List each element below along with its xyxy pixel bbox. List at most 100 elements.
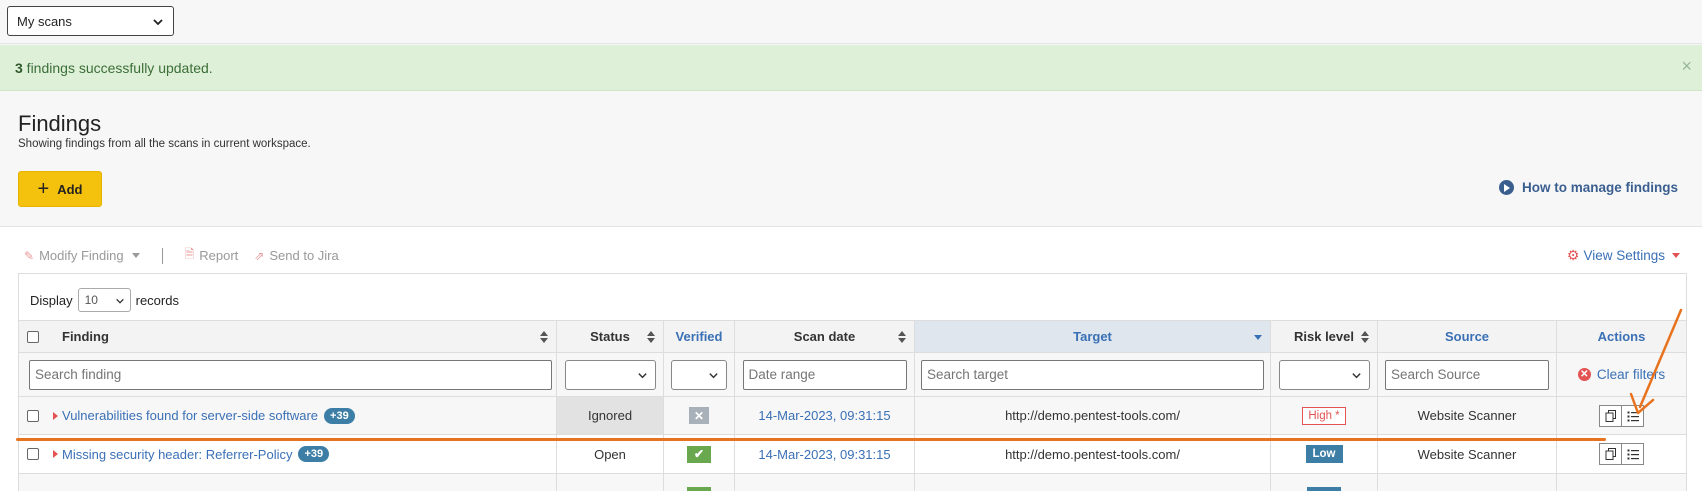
edit-icon: ✎	[24, 248, 35, 263]
source-cell: Website Scanner	[1378, 397, 1557, 434]
status-cell	[557, 474, 664, 491]
finding-cell: Vulnerabilities found for server-side so…	[19, 397, 557, 434]
instances-badge[interactable]: +39	[298, 446, 330, 462]
page-subtitle: Showing findings from all the scans in c…	[18, 138, 311, 150]
report-label: Report	[199, 248, 239, 263]
clear-filters-button[interactable]: ✕ Clear filters	[1577, 367, 1666, 382]
date-range-input[interactable]	[742, 359, 907, 390]
add-finding-button[interactable]: + Add	[18, 171, 102, 207]
clear-filters-label: Clear filters	[1596, 367, 1666, 382]
filter-risk-cell	[1271, 353, 1378, 396]
search-target-input[interactable]	[921, 359, 1264, 390]
records-per-page-value: 10	[84, 293, 98, 307]
scan-date-link[interactable]: 14-Mar-2023, 09:31:15	[758, 408, 890, 423]
expand-caret-icon[interactable]	[53, 450, 58, 458]
display-records-control: Display 10 records	[30, 288, 179, 312]
finding-name: Vulnerabilities found for server-side so…	[62, 408, 319, 423]
expand-caret-icon[interactable]	[53, 411, 58, 420]
sort-icon	[540, 331, 548, 343]
copy-icon	[1605, 409, 1616, 422]
target-value: http://demo.pentest-tools.com/	[1005, 408, 1180, 423]
target-value: http://demo.pentest-tools.com/	[1005, 446, 1180, 462]
copy-button[interactable]	[1599, 404, 1622, 427]
send-to-jira-button[interactable]: ⇗ Send to Jira	[254, 248, 338, 263]
risk-badge-low	[1307, 487, 1341, 491]
details-button[interactable]	[1621, 443, 1644, 465]
column-target-label: Target	[1073, 329, 1112, 344]
file-icon: 🗎	[184, 247, 195, 261]
filter-verified-cell	[664, 353, 735, 396]
updated-count: 3	[15, 60, 23, 76]
column-scan-date[interactable]: Scan date	[735, 321, 915, 352]
column-source[interactable]: Source	[1378, 321, 1557, 352]
select-all-checkbox[interactable]	[27, 330, 39, 343]
findings-table-container: Display 10 records Finding Status Verifi…	[18, 273, 1687, 491]
findings-toolbar: ✎ Modify Finding 🗎 Report ⇗ Send to Jira	[24, 245, 339, 266]
modify-label: Modify Finding	[39, 248, 124, 263]
row-action-buttons	[1599, 443, 1644, 465]
finding-link[interactable]: Missing security header: Referrer-Policy…	[62, 446, 330, 462]
copy-icon	[1605, 448, 1616, 460]
report-button[interactable]: 🗎 Report	[185, 245, 239, 266]
gear-icon: ⚙	[1566, 247, 1580, 263]
caret-down-icon	[1672, 253, 1680, 258]
chevron-down-icon	[115, 298, 124, 304]
status-cell: Ignored	[557, 397, 664, 434]
verified-cell	[664, 474, 735, 491]
row-checkbox[interactable]	[27, 448, 39, 460]
risk-filter-select[interactable]	[1278, 359, 1370, 390]
records-per-page-select[interactable]: 10	[77, 288, 131, 312]
status-filter-select[interactable]	[564, 359, 656, 390]
chevron-down-icon	[153, 19, 163, 26]
table-filter-row: ✕ Clear filters	[19, 352, 1686, 396]
table-row-partial	[19, 473, 1686, 491]
risk-badge-low: Low	[1305, 445, 1343, 463]
search-finding-input[interactable]	[29, 359, 552, 390]
column-finding[interactable]: Finding	[19, 321, 557, 352]
verified-check-icon[interactable]: ✔	[687, 445, 711, 463]
view-settings-label: View Settings	[1583, 248, 1665, 263]
success-alert: 3 findings successfully updated. ×	[0, 45, 1702, 91]
verified-filter-select[interactable]	[671, 359, 727, 390]
filter-source-cell	[1378, 353, 1557, 396]
scan-filter-select[interactable]: My scans	[7, 6, 174, 36]
view-settings-button[interactable]: ⚙ View Settings	[1567, 247, 1680, 264]
finding-cell	[19, 474, 557, 491]
column-risk-label: Risk level	[1294, 329, 1354, 344]
column-verified[interactable]: Verified	[664, 321, 735, 352]
source-cell	[1378, 474, 1557, 491]
source-value: Website Scanner	[1417, 446, 1517, 462]
add-button-label: Add	[57, 181, 83, 197]
scan-date-link[interactable]: 14-Mar-2023, 09:31:15	[758, 447, 890, 462]
target-cell: http://demo.pentest-tools.com/	[915, 397, 1271, 434]
column-actions-label: Actions	[1597, 329, 1646, 344]
sort-icon	[898, 331, 906, 343]
filter-status-cell	[557, 353, 664, 396]
clear-icon: ✕	[1577, 368, 1591, 381]
filter-date-cell	[735, 353, 915, 396]
list-icon	[1627, 449, 1639, 460]
table-row: Vulnerabilities found for server-side so…	[19, 396, 1686, 434]
how-to-manage-findings-link[interactable]: How to manage findings	[1498, 180, 1678, 195]
finding-link[interactable]: Vulnerabilities found for server-side so…	[62, 407, 355, 424]
instances-badge[interactable]: +39	[324, 407, 355, 424]
details-button[interactable]	[1621, 404, 1644, 427]
status-value: Ignored	[587, 408, 633, 423]
column-status[interactable]: Status	[557, 321, 664, 352]
row-checkbox[interactable]	[27, 409, 39, 422]
modify-finding-button[interactable]: ✎ Modify Finding	[24, 248, 140, 263]
column-risk-level[interactable]: Risk level	[1271, 321, 1378, 352]
column-target[interactable]: Target	[915, 321, 1271, 352]
close-icon[interactable]: ×	[1681, 56, 1692, 77]
not-verified-icon[interactable]: ✕	[689, 407, 709, 424]
page-title: Findings	[18, 111, 102, 136]
send-jira-label: Send to Jira	[269, 248, 339, 263]
list-icon	[1627, 411, 1639, 421]
copy-button[interactable]	[1599, 443, 1622, 465]
finding-name: Missing security header: Referrer-Policy	[62, 446, 293, 462]
search-source-input[interactable]	[1385, 359, 1549, 390]
verified-check-icon	[687, 487, 711, 491]
sort-desc-icon	[1254, 335, 1262, 340]
risk-badge-high: High *	[1302, 406, 1346, 425]
alert-message: findings successfully updated.	[22, 60, 213, 76]
